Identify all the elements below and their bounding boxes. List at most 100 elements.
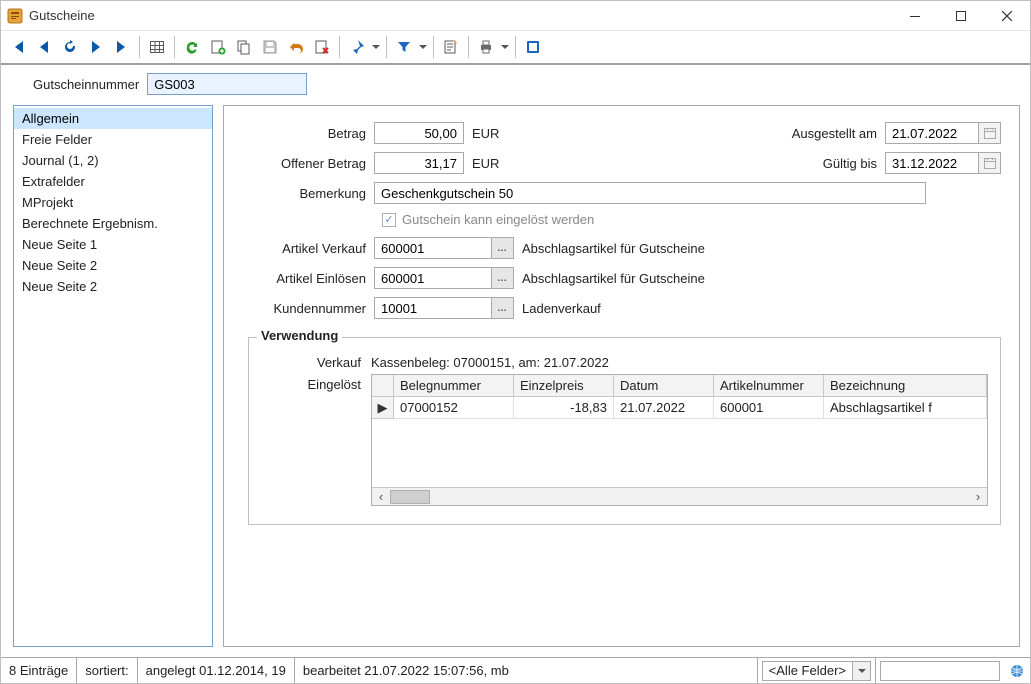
sidebar-item-mprojekt[interactable]: MProjekt [14, 192, 212, 213]
verkauf-label: Verkauf [261, 352, 371, 370]
einloesen-checkbox[interactable]: ✓ [382, 213, 396, 227]
cell-artikel: 600001 [714, 397, 824, 419]
verkauf-text: Kassenbeleg: 07000151, am: 21.07.2022 [371, 352, 609, 370]
sidebar-item-berechnete[interactable]: Berechnete Ergebnism. [14, 213, 212, 234]
undo-button[interactable] [283, 34, 309, 60]
sidebar-item-journal[interactable]: Journal (1, 2) [14, 150, 212, 171]
pin-button[interactable] [344, 34, 370, 60]
close-button[interactable] [984, 1, 1030, 31]
usage-legend: Verwendung [257, 328, 342, 343]
new-record-button[interactable] [205, 34, 231, 60]
gueltig-label: Gültig bis [775, 156, 885, 171]
copy-record-button[interactable] [231, 34, 257, 60]
col-artikelnummer[interactable]: Artikelnummer [714, 375, 824, 397]
app-window: Gutscheine [0, 0, 1031, 684]
print-button[interactable] [473, 34, 499, 60]
filter-dropdown[interactable] [417, 34, 429, 60]
cell-preis: -18,83 [514, 397, 614, 419]
artikel-verkauf-desc: Abschlagsartikel für Gutscheine [522, 241, 705, 256]
header-row: Gutscheinnummer [1, 65, 1030, 105]
ausgestellt-input[interactable] [885, 122, 979, 144]
offener-input[interactable] [374, 152, 464, 174]
print-dropdown[interactable] [499, 34, 511, 60]
artikel-verkauf-label: Artikel Verkauf [248, 241, 374, 256]
refresh-record-button[interactable] [57, 34, 83, 60]
sidebar-item-neue-seite-1[interactable]: Neue Seite 1 [14, 234, 212, 255]
delete-button[interactable] [309, 34, 335, 60]
toolbar [1, 31, 1030, 65]
sidebar-item-allgemein[interactable]: Allgemein [14, 108, 212, 129]
sidebar-item-extrafelder[interactable]: Extrafelder [14, 171, 212, 192]
pin-dropdown[interactable] [370, 34, 382, 60]
ausgestellt-calendar-button[interactable] [979, 122, 1001, 144]
ausgestellt-label: Ausgestellt am [775, 126, 885, 141]
edit-layout-button[interactable] [438, 34, 464, 60]
cell-datum: 21.07.2022 [614, 397, 714, 419]
status-count: 8 Einträge [1, 658, 77, 683]
eingeloest-grid[interactable]: Belegnummer Einzelpreis Datum Artikelnum… [371, 374, 988, 506]
status-filter-combo[interactable]: <Alle Felder> [758, 658, 876, 683]
status-modified: bearbeitet 21.07.2022 15:07:56, mb [295, 658, 758, 683]
minimize-button[interactable] [892, 1, 938, 31]
chevron-down-icon[interactable] [852, 662, 870, 680]
betrag-label: Betrag [248, 126, 374, 141]
settings-button[interactable] [520, 34, 546, 60]
bemerkung-label: Bemerkung [248, 186, 374, 201]
kunden-lookup-button[interactable]: … [492, 297, 514, 319]
status-search-input[interactable] [880, 661, 1000, 681]
einloesen-checkbox-row: ✓ Gutschein kann eingelöst werden [382, 212, 1001, 227]
scroll-left-icon[interactable]: ‹ [372, 488, 390, 506]
grid-header: Belegnummer Einzelpreis Datum Artikelnum… [372, 375, 987, 397]
maximize-button[interactable] [938, 1, 984, 31]
save-button[interactable] [257, 34, 283, 60]
artikel-verkauf-input[interactable] [374, 237, 492, 259]
eingeloest-label: Eingelöst [261, 374, 371, 392]
sidebar: Allgemein Freie Felder Journal (1, 2) Ex… [13, 105, 213, 647]
artikel-einloesen-label: Artikel Einlösen [248, 271, 374, 286]
cell-beleg: 07000152 [394, 397, 514, 419]
sidebar-item-freie-felder[interactable]: Freie Felder [14, 129, 212, 150]
usage-group: Verwendung Verkauf Kassenbeleg: 07000151… [248, 337, 1001, 525]
nav-last-button[interactable] [109, 34, 135, 60]
statusbar: 8 Einträge sortiert: angelegt 01.12.2014… [1, 657, 1030, 683]
reload-button[interactable] [179, 34, 205, 60]
artikel-verkauf-lookup-button[interactable]: … [492, 237, 514, 259]
artikel-einloesen-lookup-button[interactable]: … [492, 267, 514, 289]
sidebar-item-neue-seite-2a[interactable]: Neue Seite 2 [14, 255, 212, 276]
betrag-currency: EUR [472, 126, 508, 141]
status-globe-icon[interactable] [1004, 658, 1030, 683]
grid-hscroll[interactable]: ‹ › [372, 487, 987, 505]
einloesen-checkbox-label: Gutschein kann eingelöst werden [402, 212, 594, 227]
app-icon [7, 8, 23, 24]
status-search [876, 658, 1004, 683]
scroll-right-icon[interactable]: › [969, 488, 987, 506]
artikel-einloesen-desc: Abschlagsartikel für Gutscheine [522, 271, 705, 286]
offener-label: Offener Betrag [248, 156, 374, 171]
scroll-thumb[interactable] [390, 490, 430, 504]
window-title: Gutscheine [29, 8, 95, 23]
nav-prev-button[interactable] [31, 34, 57, 60]
sidebar-item-neue-seite-2b[interactable]: Neue Seite 2 [14, 276, 212, 297]
main-panel: Betrag EUR Ausgestellt am Offener Betrag… [223, 105, 1020, 647]
gueltig-calendar-button[interactable] [979, 152, 1001, 174]
col-datum[interactable]: Datum [614, 375, 714, 397]
nav-next-button[interactable] [83, 34, 109, 60]
gueltig-input[interactable] [885, 152, 979, 174]
col-bezeichnung[interactable]: Bezeichnung [824, 375, 987, 397]
col-einzelpreis[interactable]: Einzelpreis [514, 375, 614, 397]
titlebar: Gutscheine [1, 1, 1030, 31]
artikel-einloesen-input[interactable] [374, 267, 492, 289]
table-view-button[interactable] [144, 34, 170, 60]
gutscheinnummer-input[interactable] [147, 73, 307, 95]
betrag-input[interactable] [374, 122, 464, 144]
bemerkung-input[interactable] [374, 182, 926, 204]
filter-button[interactable] [391, 34, 417, 60]
nav-first-button[interactable] [5, 34, 31, 60]
col-belegnummer[interactable]: Belegnummer [394, 375, 514, 397]
kunden-label: Kundennummer [248, 301, 374, 316]
grid-row[interactable]: ▶ 07000152 -18,83 21.07.2022 600001 Absc… [372, 397, 987, 419]
offener-currency: EUR [472, 156, 508, 171]
cell-bez: Abschlagsartikel f [824, 397, 987, 419]
status-sort-label: sortiert: [77, 658, 137, 683]
kunden-input[interactable] [374, 297, 492, 319]
